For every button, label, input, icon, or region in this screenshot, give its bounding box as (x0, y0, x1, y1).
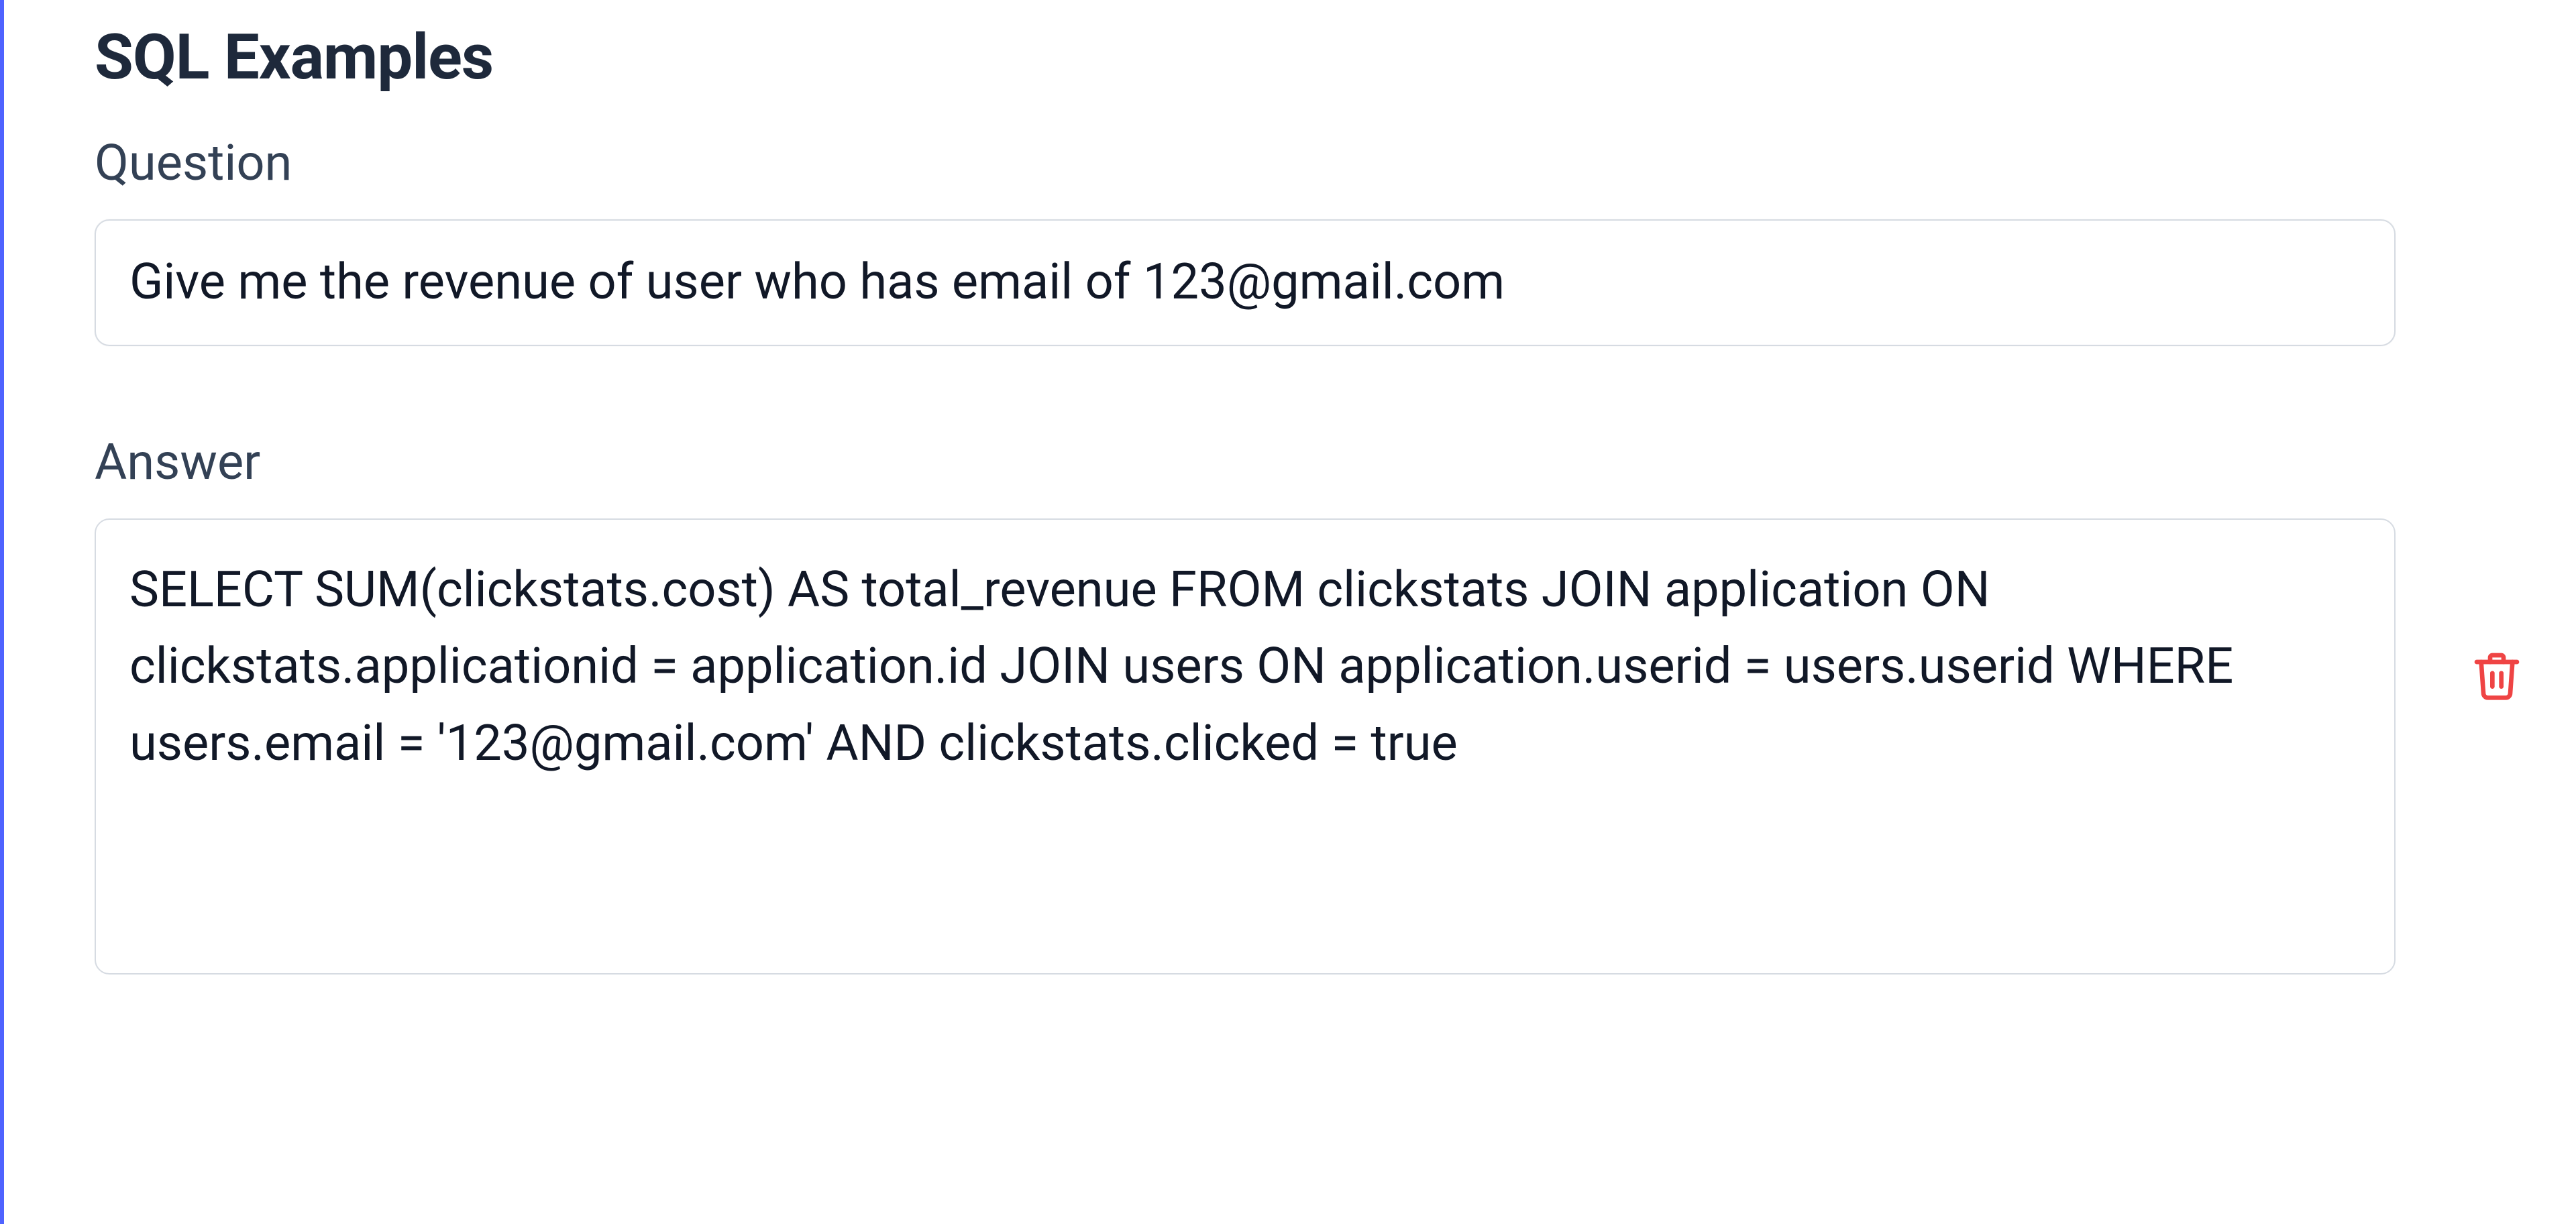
sql-examples-panel: SQL Examples Question Answer (0, 0, 2576, 1224)
answer-label: Answer (95, 433, 2402, 492)
question-label: Question (95, 134, 2402, 192)
section-title: SQL Examples (95, 20, 2402, 94)
question-input[interactable] (95, 219, 2396, 346)
question-block: Question (95, 134, 2402, 346)
answer-input[interactable] (95, 518, 2396, 975)
delete-example-button[interactable] (2465, 644, 2529, 708)
answer-block: Answer (95, 433, 2402, 977)
trash-icon (2470, 649, 2524, 704)
